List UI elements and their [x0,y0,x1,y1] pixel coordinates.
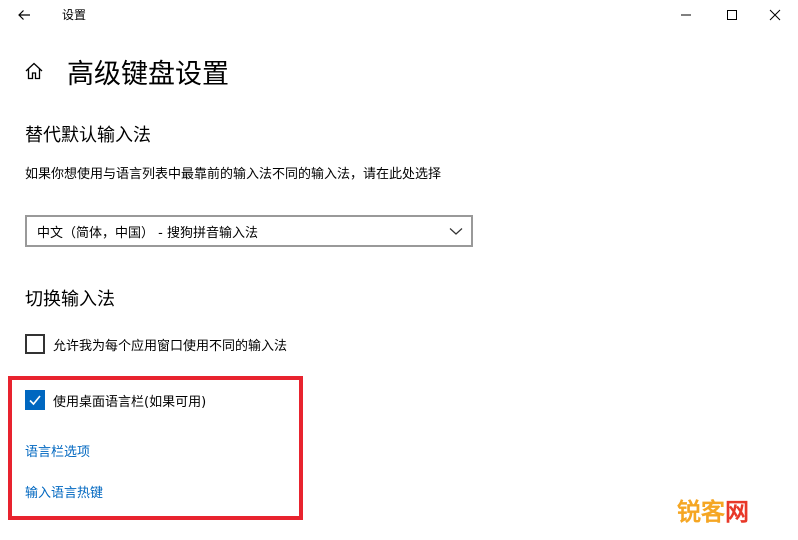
maximize-button[interactable] [709,0,755,30]
title-bar: 设置 [0,0,798,30]
page-title: 高级键盘设置 [67,59,229,90]
close-button[interactable] [752,0,798,30]
back-button[interactable] [8,2,40,28]
watermark-part1: 锐客 [677,498,725,526]
close-icon [769,9,781,21]
watermark-logo: 锐客网 [677,492,749,527]
app-title: 设置 [62,8,87,22]
minimize-icon [681,14,691,16]
watermark-part2: 网 [725,498,749,526]
dropdown-selected-value: 中文（简体，中国） - 搜狗拼音输入法 [37,226,258,241]
back-arrow-icon [18,10,30,20]
input-method-dropdown[interactable]: 中文（简体，中国） - 搜狗拼音输入法 [25,215,473,247]
per-app-input-label: 允许我为每个应用窗口使用不同的输入法 [53,339,288,354]
maximize-icon [727,10,737,20]
per-app-input-checkbox[interactable] [25,334,45,354]
home-icon[interactable] [24,61,44,81]
highlight-annotation-box [8,376,303,520]
section-title-switch-input: 切换输入法 [25,289,115,310]
override-input-description: 如果你想使用与语言列表中最靠前的输入法不同的输入法，请在此处选择 [25,167,442,182]
chevron-down-icon [449,228,463,235]
minimize-button[interactable] [663,0,709,30]
section-title-override-input: 替代默认输入法 [25,125,151,146]
